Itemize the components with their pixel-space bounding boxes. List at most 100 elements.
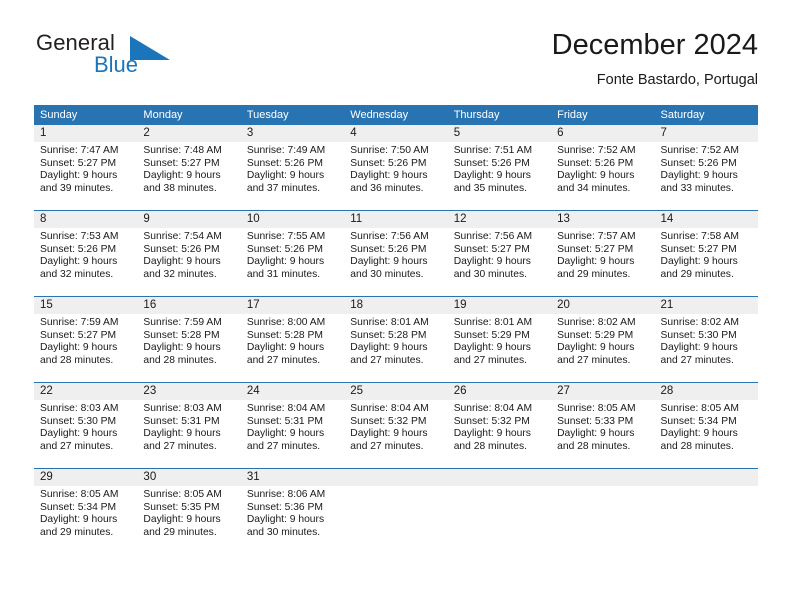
daylight-text-line1: Daylight: 9 hours [453, 342, 531, 354]
day-number: 8 [34, 211, 138, 228]
sunset-text: Sunset: 5:26 PM [246, 243, 323, 255]
brand-logo[interactable]: General Blue [34, 28, 204, 90]
day-number [447, 469, 552, 486]
day-details: Sunrise: 8:02 AM Sunset: 5:29 PM Dayligh… [551, 314, 654, 367]
calendar-day-cell-empty [447, 469, 552, 545]
calendar-day-cell[interactable]: 22 Sunrise: 8:03 AM Sunset: 5:30 PM Dayl… [34, 383, 138, 459]
sunset-text: Sunset: 5:27 PM [143, 157, 220, 169]
daylight-text-line1: Daylight: 9 hours [350, 256, 428, 268]
daylight-text-line1: Daylight: 9 hours [557, 342, 635, 354]
calendar-day-cell[interactable]: 18 Sunrise: 8:01 AM Sunset: 5:28 PM Dayl… [344, 297, 448, 373]
calendar-week-row: 8 Sunrise: 7:53 AM Sunset: 5:26 PM Dayli… [34, 210, 758, 287]
sunrise-text: Sunrise: 8:04 AM [246, 403, 326, 414]
calendar-day-cell[interactable]: 5 Sunrise: 7:51 AM Sunset: 5:26 PM Dayli… [447, 125, 552, 201]
day-number: 30 [137, 469, 241, 486]
calendar-day-cell[interactable]: 15 Sunrise: 7:59 AM Sunset: 5:27 PM Dayl… [34, 297, 138, 373]
daylight-text-line2: and 29 minutes. [40, 526, 114, 538]
sunrise-text: Sunrise: 7:48 AM [143, 145, 222, 156]
day-details: Sunrise: 7:52 AM Sunset: 5:26 PM Dayligh… [551, 142, 654, 195]
day-details: Sunrise: 8:05 AM Sunset: 5:35 PM Dayligh… [137, 486, 240, 539]
calendar-day-cell[interactable]: 3 Sunrise: 7:49 AM Sunset: 5:26 PM Dayli… [240, 125, 345, 201]
calendar-day-cell[interactable]: 12 Sunrise: 7:56 AM Sunset: 5:27 PM Dayl… [447, 211, 552, 287]
calendar-day-cell[interactable]: 28 Sunrise: 8:05 AM Sunset: 5:34 PM Dayl… [654, 383, 758, 459]
daylight-text-line1: Daylight: 9 hours [350, 428, 428, 440]
sunrise-text: Sunrise: 7:53 AM [40, 231, 119, 242]
weekday-header-row: Sunday Monday Tuesday Wednesday Thursday… [34, 105, 758, 125]
sunset-text: Sunset: 5:27 PM [40, 329, 117, 341]
location-subtitle: Fonte Bastardo, Portugal [596, 72, 758, 88]
daylight-text-line2: and 32 minutes. [143, 268, 217, 280]
sunset-text: Sunset: 5:26 PM [660, 157, 737, 169]
sunset-text: Sunset: 5:27 PM [40, 157, 117, 169]
calendar-day-cell[interactable]: 20 Sunrise: 8:02 AM Sunset: 5:29 PM Dayl… [551, 297, 655, 373]
calendar-day-cell[interactable]: 24 Sunrise: 8:04 AM Sunset: 5:31 PM Dayl… [240, 383, 345, 459]
calendar-day-cell[interactable]: 4 Sunrise: 7:50 AM Sunset: 5:26 PM Dayli… [344, 125, 448, 201]
daylight-text-line2: and 27 minutes. [246, 440, 321, 452]
day-details: Sunrise: 8:00 AM Sunset: 5:28 PM Dayligh… [241, 314, 344, 367]
calendar-day-cell[interactable]: 7 Sunrise: 7:52 AM Sunset: 5:26 PM Dayli… [654, 125, 758, 201]
daylight-text-line1: Daylight: 9 hours [453, 428, 531, 440]
calendar-day-cell[interactable]: 23 Sunrise: 8:03 AM Sunset: 5:31 PM Dayl… [137, 383, 241, 459]
day-number: 23 [137, 383, 241, 400]
day-details: Sunrise: 8:05 AM Sunset: 5:34 PM Dayligh… [655, 400, 758, 453]
weekday-sunday: Sunday [40, 109, 78, 121]
calendar-day-cell[interactable]: 31 Sunrise: 8:06 AM Sunset: 5:36 PM Dayl… [240, 469, 345, 545]
day-details: Sunrise: 7:51 AM Sunset: 5:26 PM Dayligh… [448, 142, 551, 195]
sunrise-text: Sunrise: 7:50 AM [350, 145, 429, 156]
day-number: 2 [137, 125, 241, 142]
sunrise-text: Sunrise: 7:57 AM [557, 231, 636, 242]
calendar-day-cell[interactable]: 1 Sunrise: 7:47 AM Sunset: 5:27 PM Dayli… [34, 125, 138, 201]
calendar-day-cell[interactable]: 25 Sunrise: 8:04 AM Sunset: 5:32 PM Dayl… [344, 383, 448, 459]
daylight-text-line2: and 28 minutes. [557, 440, 631, 452]
sunset-text: Sunset: 5:26 PM [453, 157, 530, 169]
day-details: Sunrise: 7:58 AM Sunset: 5:27 PM Dayligh… [655, 228, 758, 281]
daylight-text-line2: and 30 minutes. [350, 268, 424, 280]
day-number: 11 [344, 211, 448, 228]
calendar-day-cell[interactable]: 16 Sunrise: 7:59 AM Sunset: 5:28 PM Dayl… [137, 297, 241, 373]
sunset-text: Sunset: 5:26 PM [350, 157, 427, 169]
daylight-text-line1: Daylight: 9 hours [143, 428, 221, 440]
weekday-wednesday: Wednesday [350, 109, 409, 121]
day-number: 18 [344, 297, 448, 314]
calendar-day-cell[interactable]: 2 Sunrise: 7:48 AM Sunset: 5:27 PM Dayli… [137, 125, 241, 201]
calendar-day-cell[interactable]: 29 Sunrise: 8:05 AM Sunset: 5:34 PM Dayl… [34, 469, 138, 545]
sunrise-text: Sunrise: 8:04 AM [350, 403, 429, 414]
daylight-text-line2: and 29 minutes. [143, 526, 217, 538]
calendar-day-cell[interactable]: 19 Sunrise: 8:01 AM Sunset: 5:29 PM Dayl… [447, 297, 552, 373]
day-details: Sunrise: 7:47 AM Sunset: 5:27 PM Dayligh… [34, 142, 137, 195]
calendar-day-cell[interactable]: 27 Sunrise: 8:05 AM Sunset: 5:33 PM Dayl… [551, 383, 655, 459]
day-number: 28 [654, 383, 758, 400]
sunrise-text: Sunrise: 8:03 AM [40, 403, 119, 414]
daylight-text-line1: Daylight: 9 hours [246, 170, 325, 182]
daylight-text-line1: Daylight: 9 hours [660, 428, 738, 440]
daylight-text-line1: Daylight: 9 hours [557, 256, 635, 268]
page-header: General Blue December 2024 Fonte Bastard… [34, 28, 758, 96]
daylight-text-line2: and 30 minutes. [453, 268, 527, 280]
calendar-day-cell[interactable]: 6 Sunrise: 7:52 AM Sunset: 5:26 PM Dayli… [551, 125, 655, 201]
day-details: Sunrise: 7:57 AM Sunset: 5:27 PM Dayligh… [551, 228, 654, 281]
calendar-day-cell[interactable]: 9 Sunrise: 7:54 AM Sunset: 5:26 PM Dayli… [137, 211, 241, 287]
calendar-day-cell[interactable]: 21 Sunrise: 8:02 AM Sunset: 5:30 PM Dayl… [654, 297, 758, 373]
day-number: 3 [240, 125, 345, 142]
day-details [448, 486, 551, 489]
day-number [344, 469, 448, 486]
sunrise-text: Sunrise: 8:05 AM [660, 403, 739, 414]
calendar-day-cell[interactable]: 8 Sunrise: 7:53 AM Sunset: 5:26 PM Dayli… [34, 211, 138, 287]
day-details: Sunrise: 8:03 AM Sunset: 5:30 PM Dayligh… [34, 400, 137, 453]
day-details: Sunrise: 8:01 AM Sunset: 5:29 PM Dayligh… [448, 314, 551, 367]
calendar-day-cell[interactable]: 10 Sunrise: 7:55 AM Sunset: 5:26 PM Dayl… [240, 211, 345, 287]
sunrise-text: Sunrise: 8:03 AM [143, 403, 222, 414]
day-number: 20 [551, 297, 655, 314]
calendar-day-cell[interactable]: 30 Sunrise: 8:05 AM Sunset: 5:35 PM Dayl… [137, 469, 241, 545]
calendar-day-cell[interactable]: 13 Sunrise: 7:57 AM Sunset: 5:27 PM Dayl… [551, 211, 655, 287]
day-details: Sunrise: 8:05 AM Sunset: 5:34 PM Dayligh… [34, 486, 137, 539]
daylight-text-line2: and 27 minutes. [453, 354, 527, 366]
daylight-text-line2: and 38 minutes. [143, 182, 217, 194]
sunset-text: Sunset: 5:35 PM [143, 501, 220, 513]
calendar-day-cell[interactable]: 17 Sunrise: 8:00 AM Sunset: 5:28 PM Dayl… [240, 297, 345, 373]
calendar-day-cell[interactable]: 14 Sunrise: 7:58 AM Sunset: 5:27 PM Dayl… [654, 211, 758, 287]
daylight-text-line1: Daylight: 9 hours [40, 170, 118, 182]
sunrise-text: Sunrise: 7:47 AM [40, 145, 119, 156]
calendar-day-cell[interactable]: 11 Sunrise: 7:56 AM Sunset: 5:26 PM Dayl… [344, 211, 448, 287]
calendar-day-cell[interactable]: 26 Sunrise: 8:04 AM Sunset: 5:32 PM Dayl… [447, 383, 552, 459]
